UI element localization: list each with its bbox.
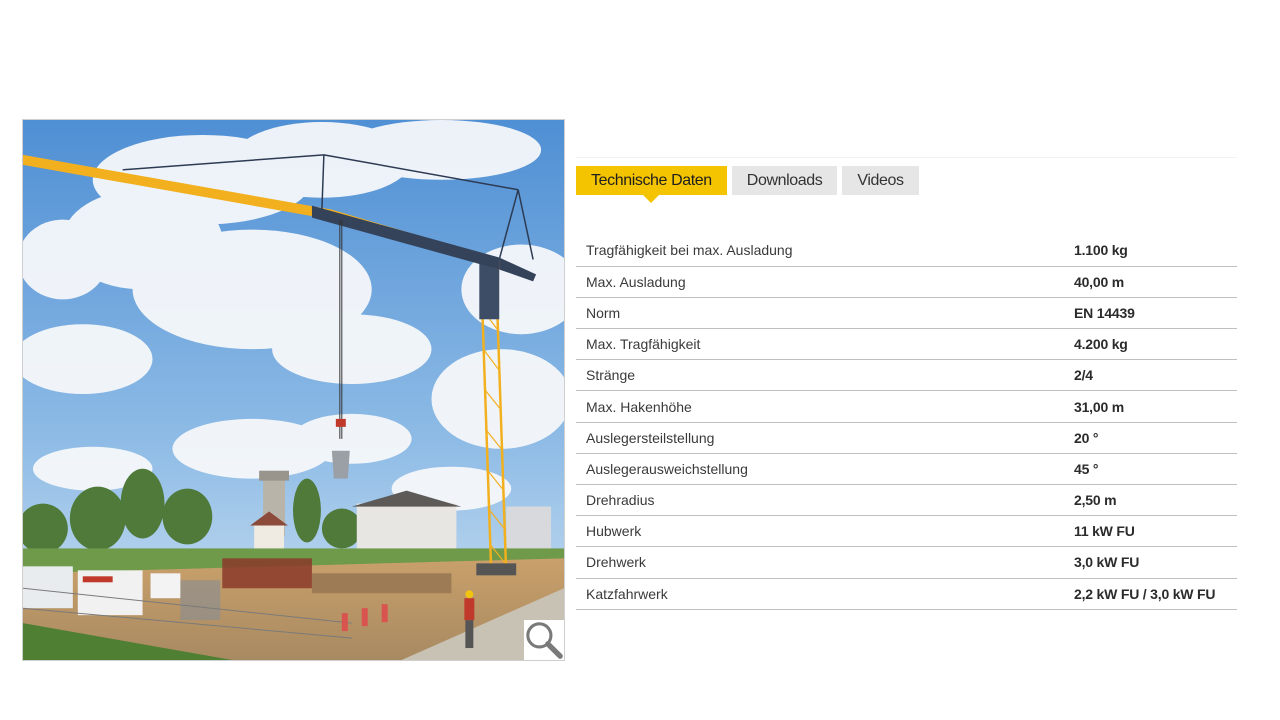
technical-data-table: Tragfähigkeit bei max. Ausladung 1.100 k…: [576, 235, 1237, 610]
spec-value: 1.100 kg: [1065, 235, 1237, 267]
spec-value: 2/4: [1065, 359, 1237, 392]
table-row: Auslegerausweichstellung 45 °: [576, 453, 1237, 486]
tab-videos[interactable]: Videos: [842, 166, 919, 195]
spec-value: 20 °: [1065, 422, 1237, 454]
zoom-button[interactable]: [524, 620, 564, 660]
table-row: Drehwerk 3,0 kW FU: [576, 546, 1237, 579]
spec-label: Auslegersteilstellung: [576, 422, 1065, 454]
spec-value: 2,50 m: [1065, 484, 1237, 517]
table-row: Hubwerk 11 kW FU: [576, 515, 1237, 548]
table-row: Max. Ausladung 40,00 m: [576, 266, 1237, 298]
spec-label: Drehwerk: [576, 546, 1065, 579]
spec-label: Stränge: [576, 359, 1065, 392]
table-row: Tragfähigkeit bei max. Ausladung 1.100 k…: [576, 235, 1237, 267]
magnifier-icon: [526, 622, 563, 659]
table-row: Stränge 2/4: [576, 359, 1237, 392]
spec-value: 11 kW FU: [1065, 515, 1237, 548]
spec-value: EN 14439: [1065, 297, 1237, 330]
crane-construction-site-image: [23, 120, 564, 660]
table-row: Max. Hakenhöhe 31,00 m: [576, 390, 1237, 423]
spec-label: Norm: [576, 297, 1065, 330]
spec-label: Max. Ausladung: [576, 266, 1065, 298]
spec-label: Tragfähigkeit bei max. Ausladung: [576, 235, 1065, 267]
spec-value: 3,0 kW FU: [1065, 546, 1237, 579]
spec-value: 45 °: [1065, 453, 1237, 486]
tab-technische-daten[interactable]: Technische Daten: [576, 166, 727, 203]
tab-bar: Technische Daten Downloads Videos: [576, 157, 1237, 203]
table-row: Norm EN 14439: [576, 297, 1237, 330]
spec-label: Hubwerk: [576, 515, 1065, 548]
tab-downloads[interactable]: Downloads: [731, 166, 838, 195]
spec-label: Drehradius: [576, 484, 1065, 517]
spec-value: 4.200 kg: [1065, 328, 1237, 361]
product-photo[interactable]: [22, 119, 565, 661]
spec-label: Auslegerausweichstellung: [576, 453, 1065, 486]
spec-label: Max. Hakenhöhe: [576, 390, 1065, 423]
table-row: Katzfahrwerk 2,2 kW FU / 3,0 kW FU: [576, 578, 1237, 610]
spec-label: Max. Tragfähigkeit: [576, 328, 1065, 361]
table-row: Auslegersteilstellung 20 °: [576, 422, 1237, 454]
spec-label: Katzfahrwerk: [576, 578, 1065, 610]
spec-value: 40,00 m: [1065, 266, 1237, 298]
spec-value: 2,2 kW FU / 3,0 kW FU: [1065, 578, 1237, 610]
tab-list: Technische Daten Downloads Videos: [576, 166, 919, 203]
table-row: Max. Tragfähigkeit 4.200 kg: [576, 328, 1237, 361]
table-row: Drehradius 2,50 m: [576, 484, 1237, 517]
spec-value: 31,00 m: [1065, 390, 1237, 423]
